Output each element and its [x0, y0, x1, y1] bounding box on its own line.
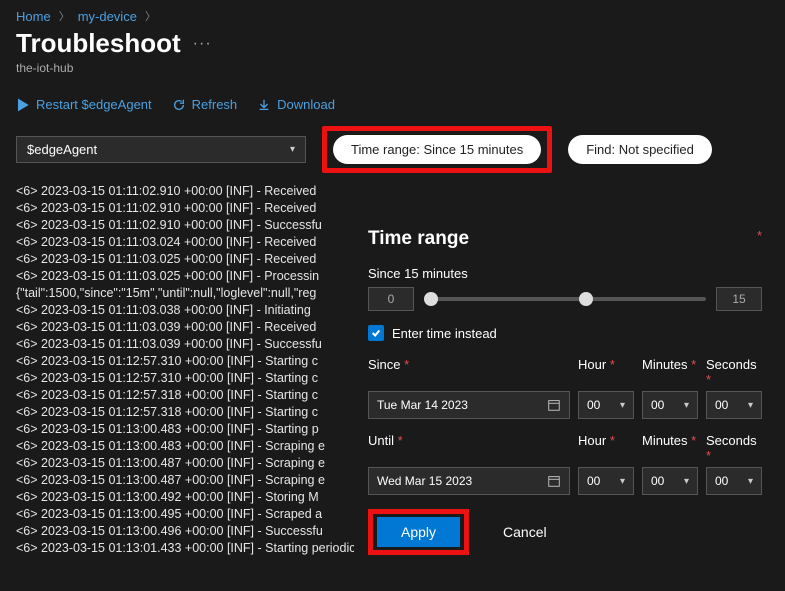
- slider-min-box: 0: [368, 287, 414, 311]
- more-actions-icon[interactable]: ···: [193, 35, 212, 53]
- minutes-label: Minutes: [642, 357, 688, 372]
- toolbar: Restart $edgeAgent Refresh Download: [0, 87, 785, 126]
- apply-button[interactable]: Apply: [377, 517, 460, 547]
- chevron-down-icon: ▾: [684, 476, 689, 487]
- download-label: Download: [277, 97, 335, 112]
- until-sec-select[interactable]: 00▾: [706, 467, 762, 495]
- timerange-panel: Time range * Since 15 minutes 0 15 Enter…: [354, 220, 772, 573]
- page-subtitle: the-iot-hub: [0, 59, 785, 87]
- hour-label: Hour: [578, 357, 606, 372]
- breadcrumb-device[interactable]: my-device: [78, 9, 137, 24]
- seconds-label: Seconds: [706, 433, 757, 448]
- minutes-label: Minutes: [642, 433, 688, 448]
- check-icon: [371, 328, 381, 338]
- until-label: Until: [368, 433, 394, 448]
- calendar-icon: [547, 398, 561, 412]
- calendar-icon: [547, 474, 561, 488]
- until-min-select[interactable]: 00▾: [642, 467, 698, 495]
- download-button[interactable]: Download: [257, 97, 335, 112]
- chevron-right-icon: 〉: [59, 8, 70, 24]
- time-slider[interactable]: [424, 297, 706, 301]
- until-hour-select[interactable]: 00▾: [578, 467, 634, 495]
- since-date-value: Tue Mar 14 2023: [377, 398, 468, 412]
- since-label: Since: [368, 357, 401, 372]
- play-icon: [16, 98, 30, 112]
- breadcrumb-home[interactable]: Home: [16, 9, 51, 24]
- module-dropdown[interactable]: $edgeAgent ▾: [16, 136, 306, 163]
- required-indicator: *: [757, 228, 762, 260]
- chevron-right-icon: 〉: [145, 8, 156, 24]
- panel-title: Time range: [368, 228, 469, 250]
- cancel-button[interactable]: Cancel: [485, 517, 565, 547]
- refresh-icon: [172, 98, 186, 112]
- enter-time-label: Enter time instead: [392, 326, 497, 341]
- log-line: <6> 2023-03-15 01:11:02.910 +00:00 [INF]…: [16, 200, 769, 217]
- until-date-value: Wed Mar 15 2023: [377, 474, 472, 488]
- refresh-button[interactable]: Refresh: [172, 97, 238, 112]
- hour-label: Hour: [578, 433, 606, 448]
- until-date-input[interactable]: Wed Mar 15 2023: [368, 467, 570, 495]
- slider-thumb-start[interactable]: [424, 292, 438, 306]
- slider-thumb-end[interactable]: [579, 292, 593, 306]
- seconds-label: Seconds: [706, 357, 757, 372]
- log-line: <6> 2023-03-15 01:11:02.910 +00:00 [INF]…: [16, 183, 769, 200]
- page-title: Troubleshoot: [16, 28, 181, 59]
- download-icon: [257, 98, 271, 112]
- chevron-down-icon: ▾: [684, 400, 689, 411]
- refresh-label: Refresh: [192, 97, 238, 112]
- breadcrumb: Home 〉 my-device 〉: [0, 0, 785, 28]
- restart-label: Restart $edgeAgent: [36, 97, 152, 112]
- chevron-down-icon: ▾: [748, 400, 753, 411]
- slider-max-box: 15: [716, 287, 762, 311]
- chevron-down-icon: ▾: [290, 144, 295, 155]
- chevron-down-icon: ▾: [748, 476, 753, 487]
- find-pill[interactable]: Find: Not specified: [568, 135, 712, 164]
- panel-subtitle: Since 15 minutes: [368, 266, 468, 281]
- chevron-down-icon: ▾: [620, 476, 625, 487]
- timerange-pill[interactable]: Time range: Since 15 minutes: [333, 135, 541, 164]
- since-date-input[interactable]: Tue Mar 14 2023: [368, 391, 570, 419]
- module-dropdown-value: $edgeAgent: [27, 142, 97, 157]
- since-min-select[interactable]: 00▾: [642, 391, 698, 419]
- since-hour-select[interactable]: 00▾: [578, 391, 634, 419]
- chevron-down-icon: ▾: [620, 400, 625, 411]
- since-sec-select[interactable]: 00▾: [706, 391, 762, 419]
- restart-button[interactable]: Restart $edgeAgent: [16, 97, 152, 112]
- enter-time-checkbox[interactable]: [368, 325, 384, 341]
